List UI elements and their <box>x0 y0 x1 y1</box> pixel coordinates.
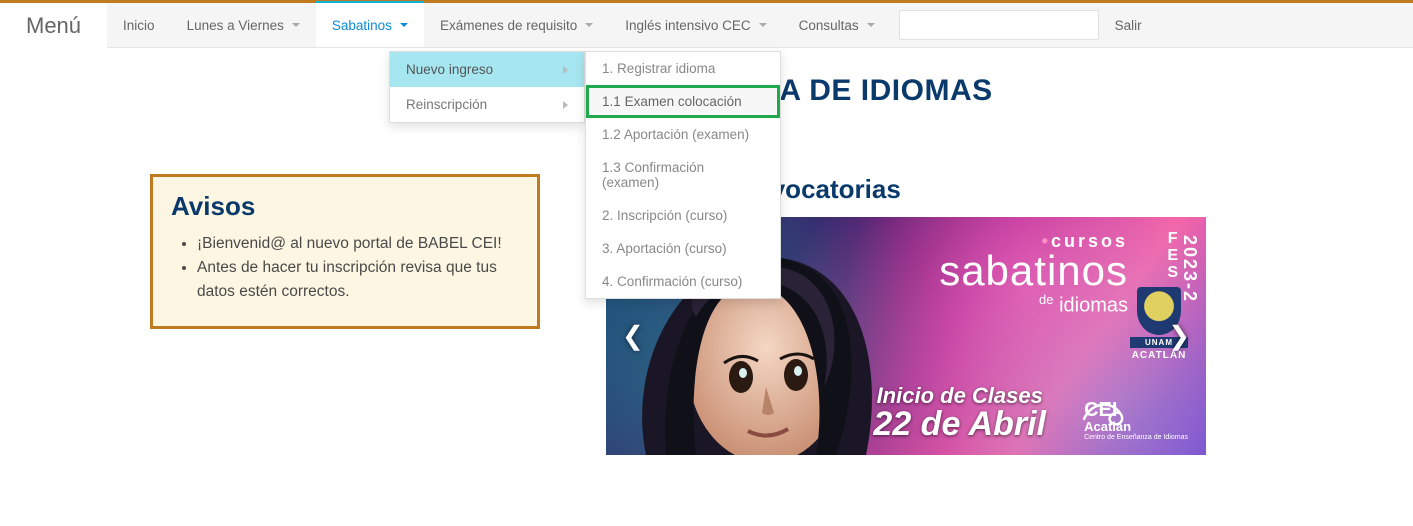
cei-text: CEI <box>1084 401 1188 419</box>
caret-down-icon <box>585 23 593 27</box>
nav-sabatinos-label: Sabatinos <box>332 18 392 33</box>
nav-examenes-label: Exámenes de requisito <box>440 18 577 33</box>
banner-idiomas: de idiomas <box>939 292 1128 318</box>
submenu-confirmacion-examen[interactable]: 1.3 Confirmación (examen) <box>586 151 780 199</box>
carousel-prev[interactable]: ❮ <box>612 311 654 362</box>
banner-year: 2023-2 <box>1179 235 1200 303</box>
submenu-confirmacion-curso[interactable]: 4. Confirmación (curso) <box>586 265 780 298</box>
carousel-next[interactable]: ❯ <box>1158 311 1200 362</box>
search-input[interactable] <box>899 10 1099 40</box>
aviso-item: ¡Bienvenid@ al nuevo portal de BABEL CEI… <box>197 232 519 256</box>
submenu-nuevo-ingreso: 1. Registrar idioma 1.1 Examen colocació… <box>585 51 781 299</box>
caret-right-icon <box>563 66 568 74</box>
submenu-aportacion-curso[interactable]: 3. Aportación (curso) <box>586 232 780 265</box>
banner-inicio-label: Inicio de Clases <box>873 385 1046 407</box>
dropdown-reinscripcion-label: Reinscripción <box>406 97 487 112</box>
banner-fecha: 22 de Abril <box>873 407 1046 441</box>
nav-inicio-label: Inicio <box>123 18 155 33</box>
submenu-aportacion-examen[interactable]: 1.2 Aportación (examen) <box>586 118 780 151</box>
caret-down-icon <box>867 23 875 27</box>
fes-letters: F E S <box>1167 231 1178 281</box>
nav-examenes[interactable]: Exámenes de requisito <box>424 3 609 47</box>
caret-down-icon <box>400 23 408 27</box>
submenu-inscripcion-curso[interactable]: 2. Inscripción (curso) <box>586 199 780 232</box>
avisos-panel: Avisos ¡Bienvenid@ al nuevo portal de BA… <box>150 174 540 329</box>
fes-s: S <box>1167 265 1178 282</box>
nav-salir[interactable]: Salir <box>1099 3 1158 47</box>
nav-consultas-label: Consultas <box>799 18 859 33</box>
dropdown-nuevo-ingreso-label: Nuevo ingreso <box>406 62 493 77</box>
dropdown-sabatinos: Nuevo ingreso Reinscripción <box>389 51 585 123</box>
caret-down-icon <box>292 23 300 27</box>
brand-label: Menú <box>0 3 107 48</box>
main-nav: Inicio Lunes a Viernes Sabatinos Exámene… <box>107 3 1413 48</box>
aviso-item: Antes de hacer tu inscripción revisa que… <box>197 256 519 304</box>
banner-start-block: Inicio de Clases 22 de Abril <box>873 385 1046 441</box>
acatlan-text: Acatlán <box>1084 419 1188 434</box>
caret-down-icon <box>759 23 767 27</box>
fes-f: F <box>1167 231 1178 248</box>
dropdown-reinscripcion[interactable]: Reinscripción <box>390 87 584 122</box>
fes-e: E <box>1167 248 1178 265</box>
submenu-registrar-idioma[interactable]: 1. Registrar idioma <box>586 52 780 85</box>
nav-consultas[interactable]: Consultas <box>783 3 891 47</box>
cei-logo: CEI Acatlán Centro de Enseñanza de Idiom… <box>1084 401 1188 441</box>
nav-lunes-label: Lunes a Viernes <box>187 18 284 33</box>
nav-inicio[interactable]: Inicio <box>107 3 171 47</box>
dropdown-nuevo-ingreso[interactable]: Nuevo ingreso <box>390 52 584 87</box>
nav-sabatinos[interactable]: Sabatinos <box>316 1 424 47</box>
nav-salir-label: Salir <box>1115 18 1142 33</box>
nav-lunes-viernes[interactable]: Lunes a Viernes <box>171 3 316 47</box>
submenu-examen-colocacion[interactable]: 1.1 Examen colocación <box>586 85 780 118</box>
nav-ingles-cec[interactable]: Inglés intensivo CEC <box>609 3 782 47</box>
caret-right-icon <box>563 101 568 109</box>
cei-subtitle: Centro de Enseñanza de Idiomas <box>1084 434 1188 441</box>
nav-ingles-label: Inglés intensivo CEC <box>625 18 750 33</box>
banner-sabatinos: sabatinos <box>939 252 1128 290</box>
avisos-title: Avisos <box>171 191 519 222</box>
